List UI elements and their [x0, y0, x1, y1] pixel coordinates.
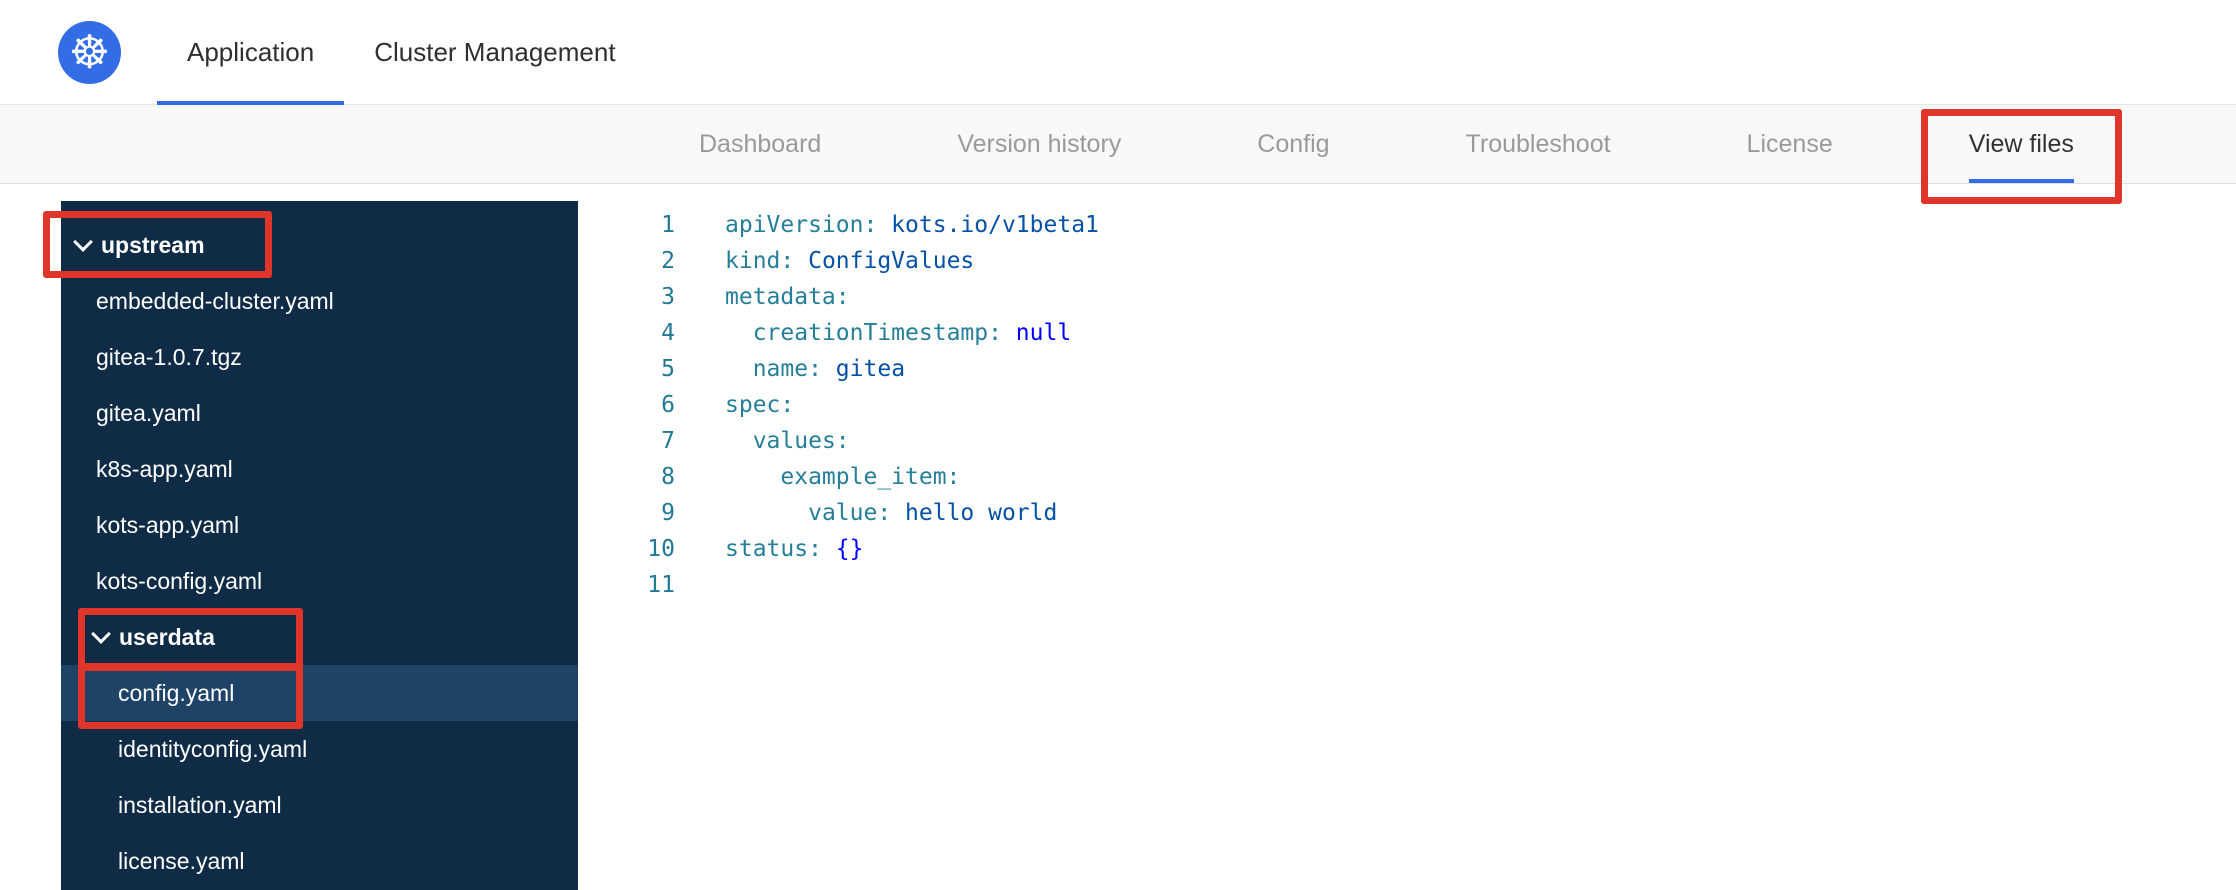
code-line: 8 example_item: [578, 459, 2236, 495]
code-token: name: [752, 356, 822, 382]
code-line-content: creationTimestamp: null [675, 315, 1072, 351]
code-line-content: example_item: [675, 459, 960, 495]
tree-section-label: upstream [101, 231, 205, 258]
tree-file-license-yaml[interactable]: license.yaml [61, 833, 578, 889]
line-number: 8 [661, 464, 675, 490]
tree-file-label: identityconfig.yaml [118, 735, 308, 762]
top-navbar: ☸ Application Cluster Management [0, 0, 2236, 105]
tab-view-files[interactable]: View files [1920, 105, 2122, 204]
code-line: 5 name: gitea [578, 351, 2236, 387]
code-token: kots.io/v1beta1 [877, 212, 1099, 238]
code-line-content: value: hello world [675, 495, 1057, 531]
line-number: 5 [661, 356, 675, 382]
line-number: 4 [661, 320, 675, 346]
kots-admin-console: ☸ Application Cluster Management Dashboa… [0, 0, 2236, 890]
tree-file-config-yaml[interactable]: config.yaml [61, 664, 578, 729]
tree-file-label: kots-config.yaml [96, 567, 263, 594]
tree-file-k8s-app-yaml[interactable]: k8s-app.yaml [61, 441, 578, 497]
tab-troubleshoot[interactable]: Troubleshoot [1466, 105, 1611, 183]
code-line-content: apiVersion: kots.io/v1beta1 [675, 207, 1099, 243]
line-number: 11 [647, 572, 675, 598]
tab-view-files-label: View files [1968, 129, 2074, 158]
code-line: 1 apiVersion: kots.io/v1beta1 [578, 207, 2236, 243]
code-line: 11 [578, 567, 2236, 603]
file-tree: upstream embedded-cluster.yaml gitea-1.0.7… [43, 201, 578, 890]
code-line-content: metadata: [675, 279, 850, 315]
code-token: null [1001, 320, 1072, 346]
tree-file-kots-app-yaml[interactable]: kots-app.yaml [61, 497, 578, 553]
code-line-content: kind: ConfigValues [675, 243, 974, 279]
code-token: spec: [725, 392, 795, 418]
code-token: hello world [891, 500, 1058, 526]
tree-file-installation-yaml[interactable]: installation.yaml [61, 777, 578, 833]
tree-file-label: embedded-cluster.yaml [96, 287, 334, 314]
line-number: 6 [661, 392, 675, 418]
code-token: example_item: [780, 464, 961, 490]
code-line: 6 spec: [578, 387, 2236, 423]
code-token: creationTimestamp: [752, 320, 1002, 346]
tree-file-label: license.yaml [118, 847, 245, 874]
line-number: 1 [661, 212, 675, 238]
code-line-content: spec: [675, 387, 794, 423]
code-token: status: [725, 536, 822, 562]
tree-section-upstream[interactable]: upstream [43, 211, 578, 278]
tab-dashboard[interactable]: Dashboard [699, 105, 821, 183]
line-number: 9 [661, 500, 675, 526]
tree-file-label: config.yaml [118, 679, 235, 706]
code-token: gitea [821, 356, 906, 382]
tab-application[interactable]: Application [157, 0, 345, 105]
code-lines: 1 apiVersion: kots.io/v1beta1 2 kind: Confi… [578, 207, 2236, 603]
tree-section-userdata[interactable]: userdata [61, 608, 578, 670]
code-line: 9 value: hello world [578, 495, 2236, 531]
code-line: 7 values: [578, 423, 2236, 459]
code-line-content [675, 567, 725, 603]
chevron-down-icon [91, 624, 111, 644]
tree-file-gitea-1-0-7-tgz[interactable]: gitea-1.0.7.tgz [61, 329, 578, 385]
code-token: kind: [725, 248, 795, 274]
kubernetes-logo-icon[interactable]: ☸ [58, 20, 121, 84]
code-token: value: [808, 500, 892, 526]
code-line-content: values: [675, 423, 850, 459]
tree-file-label: installation.yaml [118, 791, 282, 818]
app-subnav: Dashboard Version history Config Trouble… [0, 105, 2236, 204]
line-number: 3 [661, 284, 675, 310]
chevron-down-icon [73, 232, 93, 252]
code-line-content: status: {} [675, 531, 863, 567]
tree-file-label: gitea.yaml [96, 399, 201, 426]
code-line: 3 metadata: [578, 279, 2236, 315]
tree-file-embedded-cluster-yaml[interactable]: embedded-cluster.yaml [61, 273, 578, 329]
code-line: 10 status: {} [578, 531, 2236, 567]
code-token: values: [752, 428, 850, 454]
tree-file-label: kots-app.yaml [96, 511, 240, 538]
top-tabs: Application Cluster Management [157, 0, 646, 105]
code-token: ConfigValues [794, 248, 975, 274]
tree-file-gitea-yaml[interactable]: gitea.yaml [61, 385, 578, 441]
tree-file-label: gitea-1.0.7.tgz [96, 343, 242, 370]
tab-license[interactable]: License [1747, 105, 1833, 183]
tab-cluster-management[interactable]: Cluster Management [344, 0, 645, 104]
tree-file-identityconfig-yaml[interactable]: identityconfig.yaml [61, 721, 578, 777]
code-line: 4 creationTimestamp: null [578, 315, 2236, 351]
line-number: 7 [661, 428, 675, 454]
tree-file-label: k8s-app.yaml [96, 455, 233, 482]
code-line-content: name: gitea [675, 351, 905, 387]
tree-section-label: userdata [119, 623, 215, 650]
code-token: {} [821, 536, 864, 562]
tree-file-kots-config-yaml[interactable]: kots-config.yaml [61, 553, 578, 609]
helm-wheel-icon: ☸ [68, 25, 111, 79]
view-files-page: upstream embedded-cluster.yaml gitea-1.0.7… [0, 184, 2236, 890]
tab-config[interactable]: Config [1257, 105, 1329, 183]
tab-version-history[interactable]: Version history [957, 105, 1121, 183]
code-token: apiVersion: [725, 212, 878, 238]
line-number: 2 [661, 248, 675, 274]
line-number: 10 [647, 536, 675, 562]
code-editor[interactable]: 1 apiVersion: kots.io/v1beta1 2 kind: Confi… [578, 184, 2236, 890]
code-line: 2 kind: ConfigValues [578, 243, 2236, 279]
code-token: metadata: [725, 284, 850, 310]
